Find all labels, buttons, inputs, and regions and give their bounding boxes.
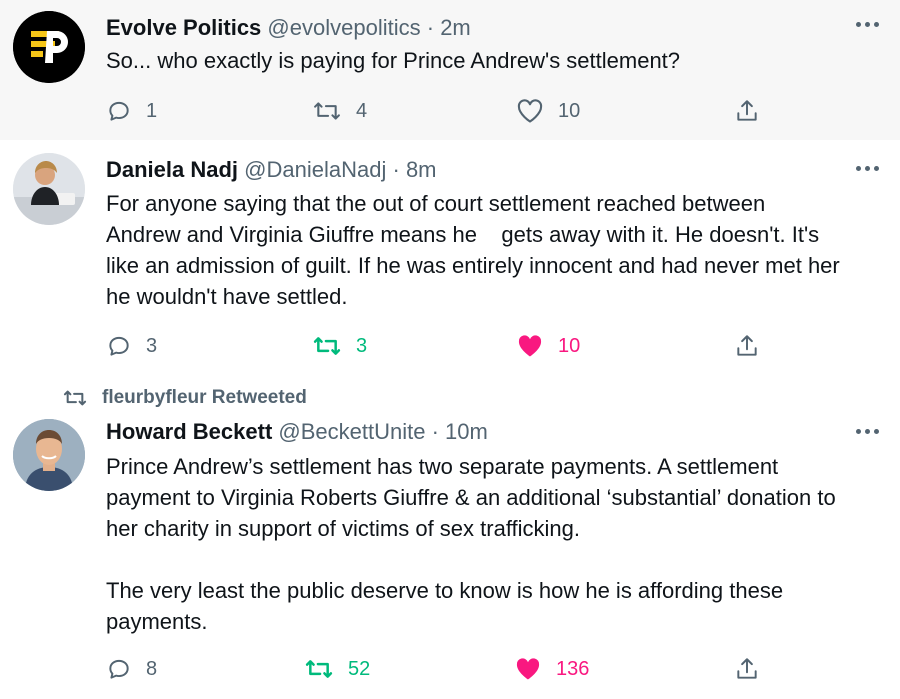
share-button[interactable] xyxy=(734,654,760,684)
heart-icon xyxy=(518,335,542,357)
retweet-count: 3 xyxy=(356,334,368,357)
tweet-evolve-politics[interactable]: Evolve Politics @evolvepolitics · 2m So.… xyxy=(0,0,900,140)
avatar[interactable] xyxy=(13,153,85,225)
separator: · xyxy=(426,15,435,40)
retweet-button[interactable]: 52 xyxy=(304,654,370,684)
retweet-button[interactable]: 4 xyxy=(312,96,367,126)
reply-icon xyxy=(109,101,129,121)
reply-button[interactable]: 8 xyxy=(106,654,157,684)
reply-icon xyxy=(109,336,129,356)
reply-button[interactable]: 3 xyxy=(106,331,157,361)
reply-count: 3 xyxy=(146,334,158,357)
tweet-text: So... who exactly is paying for Prince A… xyxy=(106,48,681,73)
tweet-header: Howard Beckett @BeckettUnite · 10m xyxy=(106,418,488,446)
heart-icon xyxy=(516,658,540,680)
more-options-icon[interactable] xyxy=(856,22,882,30)
retweet-icon xyxy=(313,337,341,355)
avatar[interactable] xyxy=(13,11,85,83)
retweeted-by-banner[interactable]: fleurbyfleur Retweeted xyxy=(62,386,307,410)
evolve-politics-logo-icon xyxy=(13,11,85,83)
display-name[interactable]: Howard Beckett xyxy=(106,419,272,444)
retweet-icon xyxy=(305,660,333,678)
retweet-icon xyxy=(314,102,340,120)
like-count: 136 xyxy=(556,657,590,680)
retweet-icon xyxy=(63,390,87,406)
user-handle[interactable]: @BeckettUnite xyxy=(278,419,425,444)
tweet-header: Daniela Nadj @DanielaNadj · 8m xyxy=(106,156,437,184)
retweet-button[interactable]: 3 xyxy=(312,331,367,361)
like-button[interactable]: 136 xyxy=(514,654,589,684)
retweeted-by-label: fleurbyfleur Retweeted xyxy=(102,387,307,408)
user-handle[interactable]: @DanielaNadj xyxy=(244,157,386,182)
reply-button[interactable]: 1 xyxy=(106,96,157,126)
tweet-text: Prince Andrew’s settlement has two separ… xyxy=(106,454,836,634)
retweet-count: 4 xyxy=(356,99,368,122)
display-name[interactable]: Evolve Politics xyxy=(106,15,261,40)
tweet-howard-beckett[interactable]: Howard Beckett @BeckettUnite · 10m Princ… xyxy=(0,412,900,699)
separator: · xyxy=(431,419,439,444)
like-count: 10 xyxy=(558,334,581,357)
user-handle[interactable]: @evolvepolitics xyxy=(267,15,420,40)
tweet-actions: 8 52 136 xyxy=(0,654,900,684)
tweet-header: Evolve Politics @evolvepolitics · 2m xyxy=(106,14,471,42)
share-icon xyxy=(737,335,757,356)
separator: · xyxy=(392,157,400,182)
like-button[interactable]: 10 xyxy=(516,96,580,126)
more-options-icon[interactable] xyxy=(856,166,882,174)
profile-photo-icon xyxy=(13,419,85,491)
display-name[interactable]: Daniela Nadj xyxy=(106,157,238,182)
reply-count: 1 xyxy=(146,99,158,122)
heart-icon xyxy=(517,99,543,123)
timestamp[interactable]: 2m xyxy=(440,15,471,40)
avatar[interactable] xyxy=(13,419,85,491)
more-options-icon[interactable] xyxy=(856,429,882,437)
reply-icon xyxy=(109,659,129,679)
retweet-count: 52 xyxy=(348,657,371,680)
share-icon xyxy=(737,100,757,121)
tweet-actions: 3 3 10 xyxy=(0,331,900,361)
tweet-actions: 1 4 10 xyxy=(0,96,900,126)
tweet-daniela-nadj[interactable]: Daniela Nadj @DanielaNadj · 8m For anyon… xyxy=(0,140,900,376)
share-button[interactable] xyxy=(734,331,760,361)
timestamp[interactable]: 10m xyxy=(445,419,488,444)
share-button[interactable] xyxy=(734,96,760,126)
like-count: 10 xyxy=(558,99,581,122)
share-icon xyxy=(737,658,757,679)
reply-count: 8 xyxy=(146,657,158,680)
tweet-text: For anyone saying that the out of court … xyxy=(106,191,840,309)
like-button[interactable]: 10 xyxy=(516,331,580,361)
profile-photo-icon xyxy=(13,153,85,225)
timestamp[interactable]: 8m xyxy=(406,157,437,182)
